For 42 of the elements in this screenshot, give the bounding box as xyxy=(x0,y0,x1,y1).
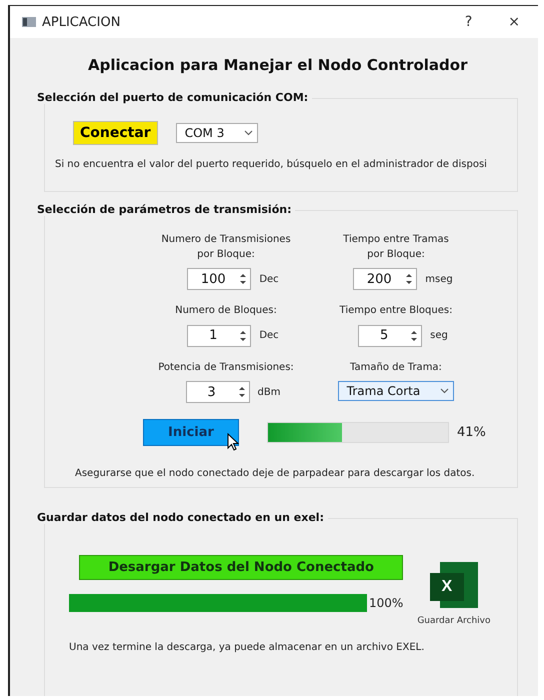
port-dropdown[interactable]: COM 3 xyxy=(176,123,258,143)
group-title: Selección de parámetros de transmisión: xyxy=(37,203,296,216)
unit-label: Dec xyxy=(259,330,279,341)
unit-label: mseg xyxy=(425,274,453,284)
field-label: Numero de Bloques: xyxy=(175,304,277,318)
spin-field[interactable]: 5 xyxy=(358,324,422,346)
note-text: Una vez termine la descarga, ya puede almacenar en un archivo EXEL. xyxy=(69,642,426,653)
close-button[interactable]: × xyxy=(500,14,528,30)
note-text: Asegurarse que el nodo conectado deje de parpadear para descargar los datos. xyxy=(75,468,476,479)
help-button[interactable]: ? xyxy=(456,14,480,30)
progress-reading: 100% xyxy=(369,596,404,610)
spinner-arrows-icon[interactable] xyxy=(404,271,414,287)
unit-label: seg xyxy=(430,330,448,341)
field-label: Tiempo entre Tramas por Bloque: xyxy=(343,233,449,262)
field-label: Numero de Transmisiones por Bloque: xyxy=(161,233,291,262)
app-heading: Aplicacion para Manejar el Nodo Controlador xyxy=(88,56,468,74)
spinner-arrows-icon[interactable] xyxy=(238,271,248,287)
hint-text: Si no encuentra el valor del puerto requerido, búsquelo en el administrador de disposi xyxy=(55,159,488,170)
frame-size-dropdown[interactable]: Trama Corta xyxy=(338,381,454,401)
cursor-icon xyxy=(227,433,239,451)
caret-icon xyxy=(440,388,450,394)
field-label: Potencia de Transmisiones: xyxy=(158,360,294,374)
window-title: APLICACION xyxy=(42,14,122,30)
save-label: Guardar Archivo xyxy=(417,616,490,626)
progress-reading: 41% xyxy=(457,425,486,440)
app-icon xyxy=(22,17,36,27)
download-button[interactable]: Desargar Datos del Nodo Conectado xyxy=(79,555,404,580)
spinner-arrows-icon[interactable] xyxy=(236,384,247,400)
spin-field[interactable]: 100 xyxy=(187,268,252,290)
field-label: Tiempo entre Bloques: xyxy=(340,304,452,318)
spin-field[interactable]: 200 xyxy=(353,268,418,290)
caret-icon xyxy=(244,130,254,136)
spin-field[interactable]: 1 xyxy=(187,324,252,346)
start-button[interactable]: Iniciar xyxy=(143,419,239,446)
unit-label: dBm xyxy=(258,386,280,398)
connect-button[interactable]: Conectar xyxy=(73,121,158,145)
unit-label: Dec xyxy=(259,274,279,284)
spin-field[interactable]: 3 xyxy=(186,381,250,403)
excel-button[interactable]: X xyxy=(430,573,464,601)
group-title: Guardar datos del nodo conectado en un exel: xyxy=(37,511,328,524)
group-title: Selección del puerto de comunicación COM: xyxy=(37,91,312,104)
field-label: Tamaño de Trama: xyxy=(350,360,442,374)
